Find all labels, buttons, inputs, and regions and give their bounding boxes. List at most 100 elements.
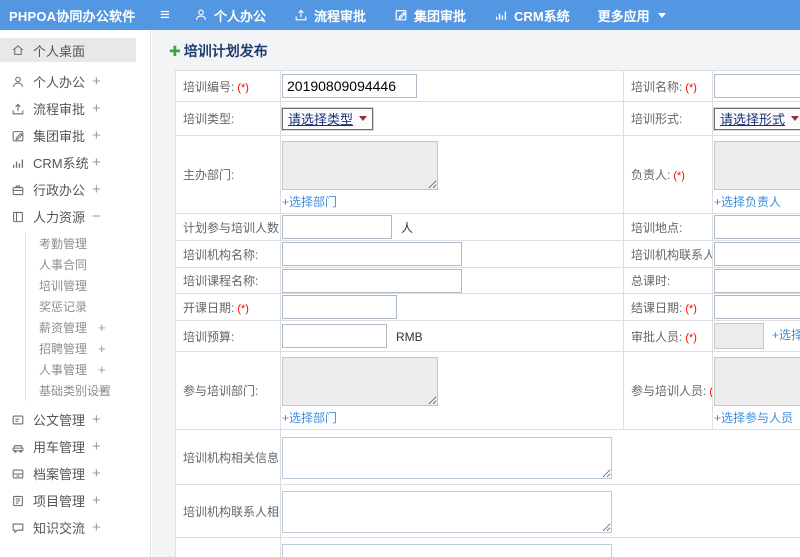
field-label: 培训地点:	[631, 220, 683, 235]
sidebar-item-human-resources[interactable]: 人力资源 −	[0, 203, 136, 230]
required-mark: (*)	[237, 302, 249, 315]
field-label: 培训机构名称:	[183, 247, 259, 262]
nav-group-approval[interactable]: 集团审批	[394, 6, 466, 25]
user-icon	[194, 8, 208, 22]
select-dept-link[interactable]: +选择部门	[282, 409, 337, 426]
select-join-staff-link[interactable]: +选择参与人员	[714, 409, 793, 426]
planned-count-input[interactable]	[282, 215, 392, 239]
expander: +	[98, 382, 106, 398]
org-name-input[interactable]	[282, 242, 462, 266]
start-date-input[interactable]	[282, 295, 397, 319]
sidebar-item-project-mgmt[interactable]: 项目管理 +	[0, 487, 136, 514]
select-leader-link[interactable]: +选择负责人	[714, 193, 781, 210]
car-icon	[11, 440, 25, 454]
page-title: ✚ 培训计划发布	[169, 43, 268, 59]
main-content: ✚ 培训计划发布 培训编号:(*) 培训名称:(*) 培训类型: 请选择类型 培…	[152, 30, 800, 557]
nav-crm-system[interactable]: CRM系统	[494, 6, 570, 25]
sidebar-subitem-personnel-mgmt[interactable]: 人事管理 +	[26, 359, 137, 380]
sidebar-subitem-recruitment-mgmt[interactable]: 招聘管理 +	[26, 338, 137, 359]
field-label: 培训机构联系人:	[631, 247, 713, 262]
sidebar-item-workflow-approval[interactable]: 流程审批 +	[0, 95, 136, 122]
chat-icon	[11, 521, 25, 535]
field-label: 总课时:	[631, 274, 671, 288]
field-label: 计划参与培训人数:	[183, 220, 281, 235]
sidebar-item-personal-desktop[interactable]: 个人桌面	[0, 38, 136, 62]
form-row: 培训要求:	[175, 537, 800, 557]
training-form-select[interactable]: 请选择形式	[714, 107, 800, 130]
field-label: 培训类型:	[183, 112, 235, 126]
expander: +	[92, 491, 101, 509]
expander: +	[92, 410, 101, 428]
form-row: 参与培训部门: +选择部门 参与培训人员:(*) +选择参与人员	[175, 351, 800, 430]
nav-workflow-approval[interactable]: 流程审批	[294, 6, 366, 25]
form-row: 培训机构名称: 培训机构联系人:	[175, 240, 800, 268]
clipboard-icon	[11, 494, 25, 508]
training-type-select[interactable]: 请选择类型	[282, 107, 374, 130]
approver-box[interactable]	[714, 323, 764, 349]
location-input[interactable]	[714, 215, 800, 239]
hamburger-menu-icon[interactable]: ≡	[150, 5, 180, 25]
required-mark: (*)	[685, 302, 697, 315]
training-name-input[interactable]	[714, 74, 800, 98]
sidebar-subitem-reward-punishment[interactable]: 奖惩记录	[26, 296, 137, 317]
select-dept-link[interactable]: +选择部门	[282, 193, 337, 210]
document-icon	[11, 413, 25, 427]
expander: +	[92, 72, 101, 90]
form-row: 培训编号:(*) 培训名称:(*)	[175, 70, 800, 102]
required-mark: (*)	[673, 170, 685, 182]
expander: +	[92, 437, 101, 455]
sidebar-item-personal-office[interactable]: 个人办公 +	[0, 68, 136, 95]
training-plan-form: 培训编号:(*) 培训名称:(*) 培训类型: 请选择类型 培训形式: 请选择形…	[175, 70, 800, 557]
form-row: 培训课程名称: 总课时:	[175, 267, 800, 294]
sidebar-subitem-salary-mgmt[interactable]: 薪资管理 +	[26, 317, 137, 338]
home-icon	[11, 43, 25, 57]
upload-icon	[294, 8, 308, 22]
requirements-textarea[interactable]	[282, 544, 612, 557]
expander: +	[92, 464, 101, 482]
field-label: 培训编号:	[183, 79, 235, 94]
sidebar-subitem-attendance[interactable]: 考勤管理	[26, 233, 137, 254]
select-approver-link[interactable]: +选择审批人员	[772, 328, 800, 342]
sidebar-item-document-mgmt[interactable]: 公文管理 +	[0, 406, 136, 433]
user-icon	[11, 75, 25, 89]
sidebar-item-knowledge-exchange[interactable]: 知识交流 +	[0, 514, 136, 541]
budget-input[interactable]	[282, 324, 387, 348]
unit-suffix: 人	[401, 220, 414, 235]
form-row: 培训预算: RMB 审批人员:(*) +选择审批人员	[175, 320, 800, 352]
sidebar-item-crm-system[interactable]: CRM系统 +	[0, 149, 136, 176]
sidebar-item-vehicle-mgmt[interactable]: 用车管理 +	[0, 433, 136, 460]
org-contact-info-textarea[interactable]	[282, 491, 612, 533]
training-no-input[interactable]	[282, 74, 417, 98]
org-info-textarea[interactable]	[282, 437, 612, 479]
sidebar-subitem-training-mgmt[interactable]: 培训管理	[26, 275, 137, 296]
org-contact-input[interactable]	[714, 242, 800, 266]
briefcase-icon	[11, 183, 25, 197]
nav-personal-office[interactable]: 个人办公	[194, 6, 266, 25]
sidebar-subitem-hr-contract[interactable]: 人事合同	[26, 254, 137, 275]
end-date-input[interactable]	[714, 295, 800, 319]
field-label: 开课日期:	[183, 300, 235, 315]
sidebar: 个人桌面 个人办公 + 流程审批 + 集团审批 + CRM系统 + 行政办公 +…	[0, 30, 151, 557]
sidebar-item-archive-mgmt[interactable]: 档案管理 +	[0, 460, 136, 487]
caret-down-icon	[359, 116, 368, 121]
sidebar-item-admin-office[interactable]: 行政办公 +	[0, 176, 136, 203]
top-bar: PHPOA协同办公软件 ≡ 个人办公 流程审批 集团审批 CRM系统 更多应用	[0, 0, 800, 30]
expander: +	[92, 153, 101, 171]
leader-textarea[interactable]	[714, 141, 800, 190]
sidebar-item-group-approval[interactable]: 集团审批 +	[0, 122, 136, 149]
join-dept-textarea[interactable]	[282, 357, 438, 406]
top-nav: 个人办公 流程审批 集团审批 CRM系统 更多应用	[194, 6, 666, 25]
total-hours-input[interactable]	[714, 268, 800, 293]
field-label: 培训形式:	[631, 112, 683, 126]
field-label: 培训机构联系人相关信息:	[183, 504, 280, 519]
expander: +	[98, 361, 106, 377]
field-label: 参与培训部门:	[183, 384, 259, 398]
nav-more-apps[interactable]: 更多应用	[598, 6, 666, 25]
join-staff-textarea[interactable]	[714, 357, 800, 406]
sidebar-subitem-base-category[interactable]: 基础类别设置 +	[26, 380, 137, 401]
currency-suffix: RMB	[396, 329, 423, 344]
course-name-input[interactable]	[282, 268, 462, 293]
caret-down-icon	[657, 12, 666, 18]
host-dept-textarea[interactable]	[282, 141, 438, 190]
form-row: 主办部门: +选择部门 负责人: (*) +选择负责人	[175, 135, 800, 214]
